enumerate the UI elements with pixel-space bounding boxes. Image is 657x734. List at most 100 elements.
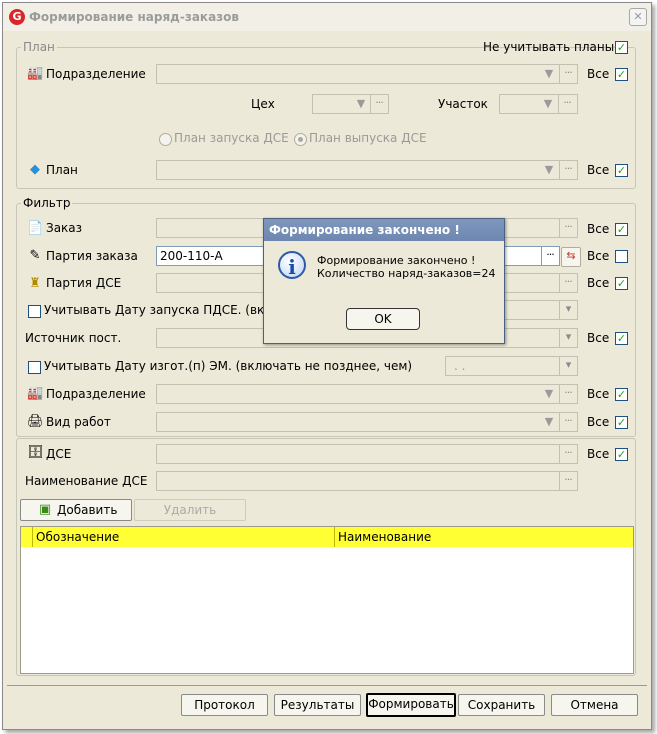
browse-button[interactable]: ···: [559, 445, 576, 463]
ok-button[interactable]: OK: [346, 308, 420, 330]
close-icon[interactable]: ✕: [629, 8, 647, 26]
filter-group-caption: Фильтр: [21, 196, 73, 210]
workshop-label: Цех: [251, 97, 275, 111]
tree-select-icon[interactable]: ⇆: [561, 247, 581, 267]
results-button[interactable]: Результаты: [274, 694, 361, 716]
browse-button[interactable]: ···: [559, 274, 576, 292]
save-button[interactable]: Сохранить: [458, 694, 545, 716]
dse-name-field[interactable]: ···: [156, 471, 578, 491]
dse-name-label: Наименование ДСЕ: [25, 474, 148, 488]
protocol-button[interactable]: Протокол: [181, 694, 268, 716]
manufacture-date-label: Учитывать Дату изгот.(п) ЭМ. (включать н…: [44, 359, 413, 373]
source-label: Источник пост.: [25, 331, 122, 345]
footer-divider: [7, 685, 647, 686]
dse-batch-icon: ♜: [29, 276, 41, 291]
browse-button[interactable]: ···: [559, 219, 576, 237]
browse-button[interactable]: ···: [559, 65, 576, 83]
plan-icon: ◆: [30, 162, 40, 177]
section-label: Участок: [438, 97, 488, 111]
section-field[interactable]: ▼ ···: [499, 94, 578, 114]
add-icon: ▣: [38, 502, 52, 517]
dse-list[interactable]: Обозначение Наименование: [20, 526, 634, 674]
browse-button[interactable]: ···: [541, 247, 558, 265]
chevron-down-icon[interactable]: ▾: [559, 301, 576, 319]
dse-batch-all-label: Все: [587, 276, 610, 290]
factory-icon: 🏭: [27, 386, 44, 401]
plan-all-checkbox[interactable]: ✓: [615, 164, 628, 177]
column-header-name[interactable]: Наименование: [335, 527, 633, 547]
order-batch-all-label: Все: [587, 249, 610, 263]
plan-field[interactable]: ▼ ···: [156, 160, 578, 180]
filter-subdivision-all-label: Все: [587, 387, 610, 401]
app-logo-icon: G: [9, 9, 25, 25]
work-type-icon: 🖨: [27, 414, 44, 429]
workshop-field[interactable]: ▼ ···: [312, 94, 389, 114]
plan-subdivision-all-checkbox[interactable]: ✓: [615, 68, 628, 81]
plan-all-label: Все: [587, 163, 610, 177]
launch-date-select[interactable]: ▾: [500, 300, 578, 320]
browse-button[interactable]: ···: [559, 161, 576, 179]
filter-icon[interactable]: ▼: [541, 66, 557, 82]
ignore-plans-checkbox[interactable]: ✓: [615, 41, 628, 54]
manufacture-date-select[interactable]: . . ▾: [445, 356, 578, 376]
browse-button[interactable]: ···: [558, 95, 575, 113]
plan-subdivision-all-label: Все: [587, 67, 610, 81]
order-label: Заказ: [46, 221, 83, 235]
column-header-designation[interactable]: Обозначение: [33, 527, 335, 547]
filter-icon[interactable]: ▼: [541, 386, 557, 402]
browse-button[interactable]: ···: [559, 385, 576, 403]
filter-subdivision-label: Подразделение: [46, 387, 146, 401]
dialog-message-line2: Количество наряд-заказов=24: [317, 267, 496, 280]
order-all-checkbox[interactable]: ✓: [615, 223, 628, 236]
filter-icon[interactable]: ▼: [541, 162, 557, 178]
browse-button[interactable]: ···: [370, 95, 387, 113]
dialog-message-line1: Формирование закончено !: [317, 254, 476, 267]
ignore-plans-label: Не учитывать планы: [483, 40, 615, 54]
radio-release-plan[interactable]: [294, 133, 307, 146]
launch-date-label: Учитывать Дату запуска ПДСЕ. (вклю: [44, 303, 283, 317]
work-type-label: Вид работ: [46, 415, 111, 429]
dse-batch-label: Партия ДСЕ: [46, 276, 122, 290]
radio-release-plan-label: План выпуска ДСЕ: [309, 131, 427, 145]
order-all-label: Все: [587, 222, 610, 236]
dse-all-checkbox[interactable]: ✓: [615, 448, 628, 461]
delete-button[interactable]: Удалить: [134, 499, 246, 521]
window-title: Формирование наряд-заказов: [29, 10, 239, 24]
chevron-down-icon[interactable]: ▾: [559, 329, 576, 347]
work-type-field[interactable]: ▼ ···: [156, 412, 578, 432]
filter-icon[interactable]: ▼: [540, 96, 556, 112]
form-button[interactable]: Формировать: [366, 693, 456, 717]
dialog-title: Формирование закончено !: [264, 219, 504, 241]
filter-subdivision-all-checkbox[interactable]: ✓: [615, 388, 628, 401]
chevron-down-icon[interactable]: ▾: [559, 357, 576, 375]
order-batch-all-checkbox[interactable]: [615, 250, 628, 263]
source-all-checkbox[interactable]: ✓: [615, 332, 628, 345]
radio-launch-plan[interactable]: [159, 133, 172, 146]
title-bar: G Формирование наряд-заказов ✕: [3, 3, 651, 31]
filter-icon[interactable]: ▼: [541, 414, 557, 430]
dse-field[interactable]: ···: [156, 444, 578, 464]
browse-button[interactable]: ···: [559, 472, 576, 490]
add-button[interactable]: ▣ Добавить: [20, 499, 132, 521]
plan-subdivision-label: Подразделение: [46, 67, 146, 81]
work-type-all-checkbox[interactable]: ✓: [615, 416, 628, 429]
list-header-gutter: [21, 527, 33, 547]
plan-label: План: [46, 163, 78, 177]
order-batch-icon: ✎: [29, 248, 41, 263]
filter-subdivision-field[interactable]: ▼ ···: [156, 384, 578, 404]
plan-subdivision-field[interactable]: ▼ ···: [156, 64, 578, 84]
completion-dialog: Формирование закончено ! i Формирование …: [263, 218, 505, 344]
filter-icon[interactable]: ▼: [353, 96, 369, 112]
order-icon: 📄: [27, 221, 44, 236]
launch-date-checkbox[interactable]: [28, 305, 41, 318]
order-batch-label: Партия заказа: [46, 249, 138, 263]
plan-group-caption: План: [21, 40, 57, 54]
dse-batch-all-checkbox[interactable]: ✓: [615, 277, 628, 290]
manufacture-date-checkbox[interactable]: [28, 361, 41, 374]
cancel-button[interactable]: Отмена: [551, 694, 638, 716]
radio-launch-plan-label: План запуска ДСЕ: [174, 131, 289, 145]
dse-all-label: Все: [587, 447, 610, 461]
manufacture-date-value: . .: [454, 359, 466, 373]
browse-button[interactable]: ···: [559, 413, 576, 431]
info-icon: i: [278, 251, 306, 279]
